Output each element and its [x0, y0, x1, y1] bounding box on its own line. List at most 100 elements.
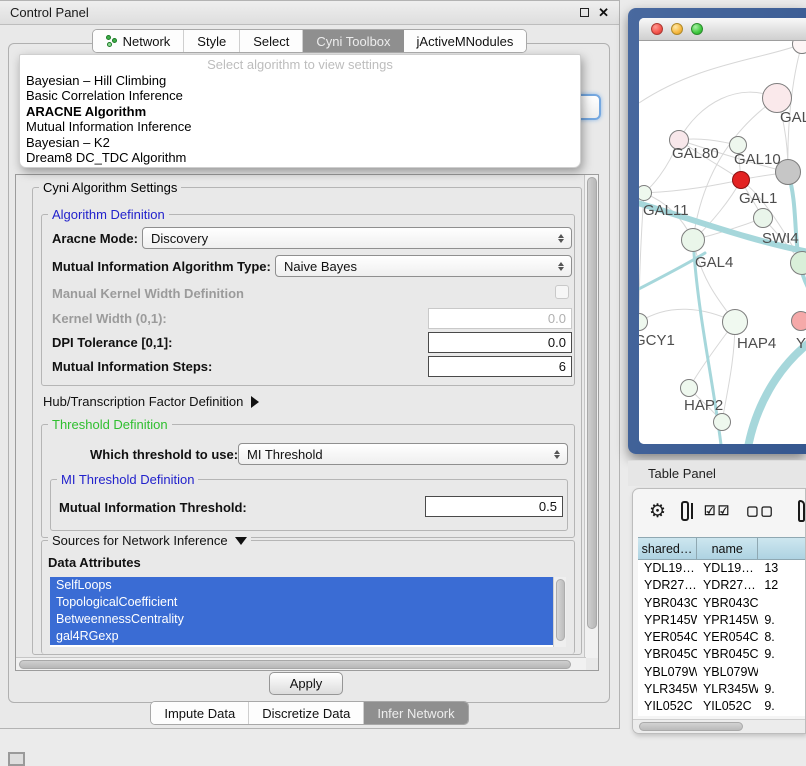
table-row[interactable]: YDR27…YDR27…12	[638, 577, 806, 594]
minimize-traffic-light[interactable]	[671, 23, 683, 35]
table-horizontal-scrollbar[interactable]	[633, 719, 806, 733]
tab-style[interactable]: Style	[184, 30, 240, 52]
tab-jactivemnodules[interactable]: jActiveMNodules	[404, 30, 527, 52]
mi-algorithm-type-combobox[interactable]: Naive Bayes	[275, 255, 572, 277]
attribute-item[interactable]: TopologicalCoefficient	[50, 594, 566, 611]
tab-label: Cyni Toolbox	[316, 34, 390, 49]
sources-expander[interactable]: Sources for Network Inference	[48, 533, 251, 548]
cyni-toolbox-panel: Select algorithm to view settings Bayesi…	[8, 43, 610, 703]
tab-impute-data[interactable]: Impute Data	[151, 702, 249, 724]
kernel-width-label: Kernel Width (0,1):	[52, 311, 167, 326]
table-panel-titlebar: Table Panel	[628, 460, 806, 486]
tab-label: Style	[197, 34, 226, 49]
node-label: HAP4	[737, 335, 776, 352]
expand-arrow-icon	[251, 396, 259, 408]
table-row[interactable]: YBR043CYBR043C	[638, 595, 806, 612]
table-row[interactable]: YLR345WYLR345W9.	[638, 681, 806, 698]
float-window-icon[interactable]	[580, 8, 589, 17]
dropdown-item[interactable]: Mutual Information Inference	[20, 119, 580, 134]
dropdown-placeholder: Select algorithm to view settings	[20, 57, 580, 73]
sources-group: Sources for Network Inference Data Attri…	[41, 540, 575, 654]
tab-discretize-data[interactable]: Discretize Data	[249, 702, 364, 724]
node-label: GAL4	[695, 254, 733, 271]
column-header-name[interactable]: name	[697, 538, 758, 559]
column-header[interactable]	[758, 538, 806, 559]
attribute-item[interactable]: gal4RGexp	[50, 628, 566, 645]
settings-gear-icon[interactable]: ⚙	[649, 500, 666, 523]
tab-label: Discretize Data	[262, 706, 350, 721]
deselect-all-checkboxes-icon[interactable]: ▢▢	[746, 503, 775, 519]
hub-definition-expander[interactable]: Hub/Transcription Factor Definition	[43, 394, 259, 409]
table-row[interactable]: YIL052CYIL052C9.	[638, 698, 806, 715]
network-icon	[106, 35, 118, 47]
table-row[interactable]: YBL079WYBL079W	[638, 664, 806, 681]
column-header-shared-name[interactable]: shared…	[638, 538, 697, 559]
table-row[interactable]: YER054CYER054C8.	[638, 629, 806, 646]
mi-type-label: Mutual Information Algorithm Type:	[52, 259, 271, 274]
network-node-hap2[interactable]	[680, 379, 698, 397]
attribute-list-scrollbar[interactable]	[553, 577, 566, 647]
spinner-arrows-icon	[558, 262, 564, 271]
node-label: HAP2	[684, 397, 723, 414]
column-view-icon[interactable]	[681, 501, 689, 521]
network-node-selected-red[interactable]	[732, 171, 750, 189]
network-node-hap4[interactable]	[722, 309, 748, 335]
tab-label: Select	[253, 34, 289, 49]
network-node-gal4[interactable]	[681, 228, 705, 252]
data-attributes-list: SelfLoops TopologicalCoefficient Between…	[50, 577, 566, 647]
table-header-row: shared… name	[638, 537, 806, 560]
node-label: Y	[796, 335, 806, 352]
zoom-traffic-light[interactable]	[691, 23, 703, 35]
cyni-algorithm-settings-group: Cyni Algorithm Settings Algorithm Defini…	[32, 187, 582, 655]
control-panel-tabbar: Network Style Select Cyni Toolbox jActiv…	[0, 29, 619, 53]
dropdown-item[interactable]: Bayesian – K2	[20, 135, 580, 150]
settings-horizontal-scrollbar[interactable]	[16, 657, 586, 670]
dropdown-item[interactable]: Bayesian – Hill Climbing	[20, 73, 580, 88]
network-node[interactable]	[791, 311, 806, 331]
which-threshold-combobox[interactable]: MI Threshold	[238, 443, 568, 465]
settings-vertical-scrollbar[interactable]	[584, 175, 598, 658]
mi-steps-field[interactable]: 6	[428, 356, 572, 377]
network-view-window: GAL GAL80 GAL10 GAL1 GAL11 SWI4 GAL4 GCY…	[628, 8, 806, 454]
table-row[interactable]: YBR045CYBR045C9.	[638, 646, 806, 663]
node-label: GAL10	[734, 151, 781, 168]
tab-label: Network	[123, 34, 171, 49]
network-node-swi4[interactable]	[753, 208, 773, 228]
aracne-mode-value: Discovery	[151, 231, 208, 246]
close-traffic-light[interactable]	[651, 23, 663, 35]
table-row[interactable]: YPR145WYPR145W9.	[638, 612, 806, 629]
control-panel-window: Control Panel ✕ Network Style Select Cyn…	[0, 0, 620, 729]
control-panel-title: Control Panel	[10, 5, 89, 20]
network-canvas[interactable]: GAL GAL80 GAL10 GAL1 GAL11 SWI4 GAL4 GCY…	[639, 41, 806, 444]
tab-cyni-toolbox[interactable]: Cyni Toolbox	[303, 30, 403, 52]
attribute-item[interactable]: BetweennessCentrality	[50, 611, 566, 628]
dpi-tolerance-field[interactable]: 0.0	[428, 332, 572, 353]
close-icon[interactable]: ✕	[598, 6, 609, 19]
node-attribute-table: shared… name YDL19…YDL19…13 YDR27…YDR27……	[638, 537, 806, 716]
mi-threshold-definition-group: MI Threshold Definition Mutual Informati…	[50, 479, 568, 531]
table-row[interactable]: YDL19…YDL19…13	[638, 560, 806, 577]
table-panel-title: Table Panel	[648, 466, 716, 481]
select-all-checkboxes-icon[interactable]: ☑☑	[704, 503, 731, 519]
dropdown-item-aracne[interactable]: ARACNE Algorithm	[20, 104, 580, 119]
dropdown-item[interactable]: Dream8 DC_TDC Algorithm	[20, 150, 580, 165]
aracne-mode-combobox[interactable]: Discovery	[142, 227, 572, 249]
tab-network[interactable]: Network	[93, 30, 185, 52]
which-threshold-value: MI Threshold	[247, 447, 323, 462]
file-icon[interactable]	[798, 500, 805, 522]
table-toolbar: ⚙ ☑☑ ▢▢	[633, 489, 805, 533]
group-title: MI Threshold Definition	[57, 472, 198, 487]
spinner-arrows-icon	[558, 234, 564, 243]
dropdown-item[interactable]: Basic Correlation Inference	[20, 88, 580, 103]
mi-threshold-field[interactable]: 0.5	[425, 496, 563, 517]
minimized-panel-icon[interactable]	[8, 752, 25, 766]
node-label: GCY1	[639, 332, 675, 349]
attribute-item[interactable]: SelfLoops	[50, 577, 566, 594]
manual-kernel-width-checkbox[interactable]	[555, 285, 569, 299]
apply-button[interactable]: Apply	[269, 672, 343, 695]
tab-infer-network[interactable]: Infer Network	[364, 702, 467, 724]
tab-select[interactable]: Select	[240, 30, 303, 52]
network-node[interactable]	[713, 413, 731, 431]
kernel-width-field: 0.0	[428, 308, 572, 329]
node-label: GAL1	[739, 190, 777, 207]
